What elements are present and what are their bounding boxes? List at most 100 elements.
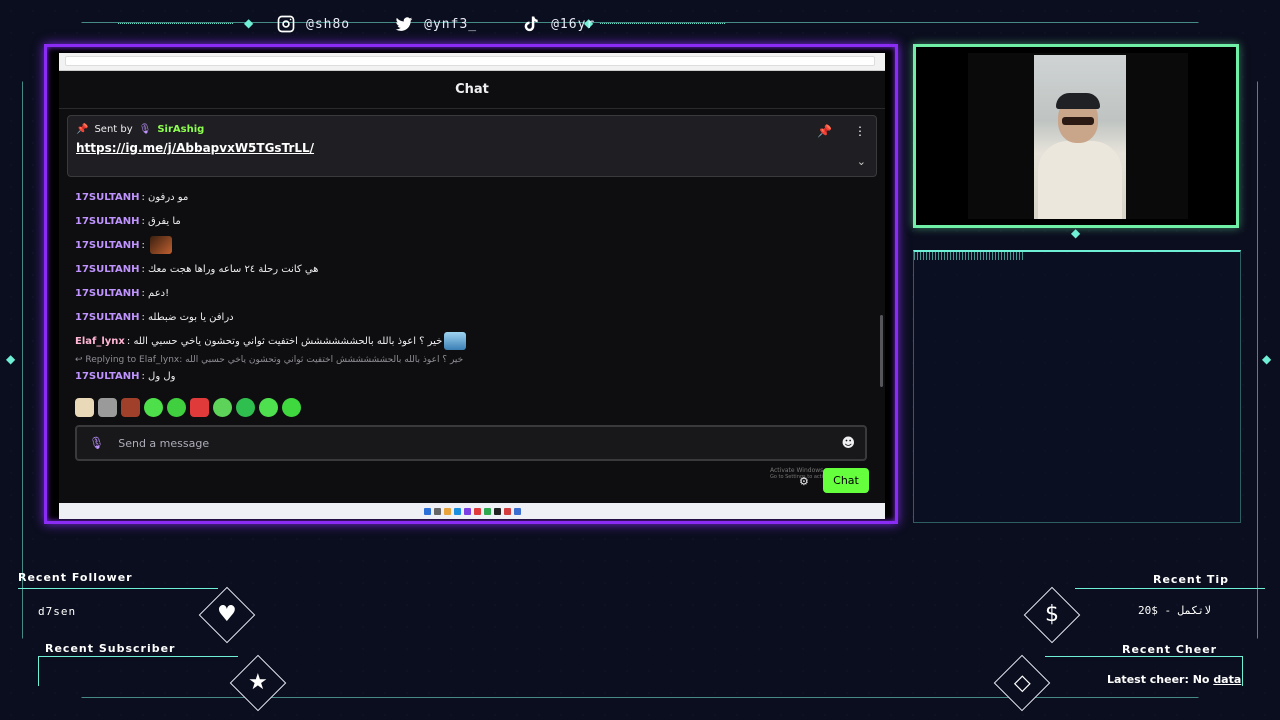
- recent-follower-value: d7sen: [38, 605, 77, 618]
- webcam-feed: [968, 53, 1188, 219]
- chat-message-input[interactable]: 🎙 Send a message ☻: [75, 425, 867, 461]
- chat-message-text: ول ول: [148, 370, 176, 382]
- social-tiktok[interactable]: @16yr: [521, 14, 595, 34]
- screen-capture-frame: Chat 📌 Sent by 🎙 SirAshig https://ig.me/…: [44, 44, 898, 524]
- chat-message-text: دعم!: [148, 287, 170, 299]
- chat-username[interactable]: 17SULTANH: [75, 371, 139, 382]
- browser-url-bar[interactable]: [65, 56, 875, 66]
- recent-subscriber-label: Recent Subscriber: [45, 642, 176, 655]
- taskbar-app-icon[interactable]: [493, 507, 501, 515]
- chat-username[interactable]: 17SULTANH: [75, 264, 139, 275]
- heart-icon: ♥: [217, 601, 237, 627]
- search-icon[interactable]: [433, 507, 441, 515]
- chat-message-text: مو درفون: [148, 191, 189, 203]
- emote-button[interactable]: [98, 398, 117, 417]
- chat-message-text: درافن يا بوت ضبطله: [148, 311, 234, 323]
- pinned-message[interactable]: 📌 Sent by 🎙 SirAshig https://ig.me/j/Abb…: [67, 115, 877, 177]
- tiktok-handle: @16yr: [551, 16, 596, 32]
- chat-username[interactable]: 17SULTANH: [75, 240, 139, 251]
- emote-button[interactable]: [236, 398, 255, 417]
- chat-username[interactable]: Elaf_lynx: [75, 336, 125, 347]
- emote-button[interactable]: [144, 398, 163, 417]
- emote-image: [150, 236, 173, 254]
- right-edge-diamond-icon: ◆: [1262, 352, 1272, 366]
- chat-username[interactable]: 17SULTANH: [75, 312, 139, 323]
- taskbar-app-icon[interactable]: [513, 507, 521, 515]
- emote-button[interactable]: [121, 398, 140, 417]
- emote-button[interactable]: [75, 398, 94, 417]
- emote-button[interactable]: [213, 398, 232, 417]
- mic-icon: 🎙: [138, 124, 152, 135]
- pinned-sent-by-label: Sent by: [94, 124, 133, 135]
- taskbar-app-icon[interactable]: [443, 507, 451, 515]
- streamer-glasses: [1062, 117, 1094, 125]
- chat-username[interactable]: 17SULTANH: [75, 216, 139, 227]
- recent-tip-value: 20$ - لاتكمل: [1138, 604, 1211, 617]
- emote-button[interactable]: [259, 398, 278, 417]
- streamer-cap: [1056, 93, 1100, 109]
- social-instagram[interactable]: @sh8o: [276, 14, 350, 34]
- tiktok-icon: [524, 16, 538, 32]
- taskbar-app-icon[interactable]: [483, 507, 491, 515]
- reply-text: خير ؟ اعوذ بالله بالحشششششش اختفيت ثواني…: [185, 355, 464, 365]
- recent-cheer-data: data: [1213, 673, 1242, 686]
- side-panel: [913, 250, 1241, 523]
- unpin-icon[interactable]: 📌: [817, 124, 832, 138]
- instagram-icon: [277, 15, 295, 33]
- chat-message: 17SULTANH: هي كانت رحلة ٢٤ ساعه وراها هج…: [75, 263, 319, 275]
- chat-messages-list: 17SULTANH: مو درفون 17SULTANH: ما يفرق 1…: [75, 185, 865, 385]
- pinned-user[interactable]: SirAshig: [157, 124, 204, 135]
- chat-scrollbar[interactable]: [880, 315, 883, 387]
- emote-image: [444, 332, 467, 350]
- message-placeholder: Send a message: [118, 436, 210, 450]
- activate-windows-title: Activate Windows: [770, 467, 824, 474]
- left-edge-diamond-icon: ◆: [6, 352, 16, 366]
- chat-message: 17SULTANH: دعم!: [75, 287, 170, 299]
- emote-button[interactable]: [167, 398, 186, 417]
- windows-taskbar: [59, 503, 885, 519]
- social-links-bar: @sh8o @ynf3_ @16yr: [276, 12, 595, 36]
- top-right-dotted-line: [600, 23, 725, 24]
- social-twitter[interactable]: @ynf3_: [394, 14, 477, 34]
- streamer-hoodie: [1038, 141, 1122, 219]
- emote-button[interactable]: [282, 398, 301, 417]
- taskbar-app-icon[interactable]: [503, 507, 511, 515]
- chevron-down-icon[interactable]: ⌄: [857, 155, 866, 168]
- gem-icon: ◇: [1013, 669, 1031, 695]
- reply-arrow-icon: ↩: [75, 355, 86, 365]
- emote-button[interactable]: [190, 398, 209, 417]
- follower-divider: [18, 588, 218, 589]
- chat-message: 17SULTANH: مو درفون: [75, 191, 189, 203]
- activate-windows-watermark: Activate Windows Go to Settings to activ…: [770, 467, 824, 481]
- webcam-diamond-icon: ◆: [1071, 226, 1081, 240]
- reply-prefix: Replying to Elaf_lynx:: [85, 355, 183, 365]
- recent-cheer-label: Recent Cheer: [1122, 643, 1218, 656]
- instagram-handle: @sh8o: [306, 16, 351, 32]
- more-options-icon[interactable]: ⋮: [854, 124, 866, 138]
- taskbar-app-icon[interactable]: [473, 507, 481, 515]
- taskbar-app-icon[interactable]: [453, 507, 461, 515]
- top-left-diamond-icon: ◆: [244, 16, 254, 30]
- chat-send-button[interactable]: Chat: [823, 468, 869, 493]
- windows-start-icon[interactable]: [423, 507, 431, 515]
- taskbar-app-icon[interactable]: [463, 507, 471, 515]
- browser-bar: [59, 53, 885, 71]
- side-panel-accent: [914, 252, 1024, 260]
- chat-username[interactable]: 17SULTANH: [75, 288, 139, 299]
- twitter-handle: @ynf3_: [424, 16, 478, 32]
- chat-username[interactable]: 17SULTANH: [75, 192, 139, 203]
- webcam-video: [1034, 55, 1126, 219]
- recent-cheer-prefix: Latest cheer: No: [1107, 673, 1214, 686]
- chat-message: 17SULTANH: ما يفرق: [75, 215, 181, 227]
- mic-icon[interactable]: 🎙: [89, 436, 104, 450]
- webcam-frame: [913, 44, 1239, 228]
- star-icon: ★: [248, 669, 268, 695]
- chat-message-text: خير ؟ اعوذ بالله بالحشششششش اختفيت ثواني…: [133, 335, 443, 347]
- recent-cheer-value: Latest cheer: No data: [1107, 673, 1241, 686]
- chat-message-text: هي كانت رحلة ٢٤ ساعه وراها هجت معك: [148, 263, 319, 275]
- activate-windows-subtitle: Go to Settings to activate Windows.: [770, 474, 824, 480]
- chat-message: 17SULTANH: درافن يا بوت ضبطله: [75, 311, 234, 323]
- pinned-link[interactable]: https://ig.me/j/AbbapvxW5TGsTrLL/: [76, 141, 868, 155]
- chat-settings-icon[interactable]: ⚙: [799, 475, 809, 488]
- emote-picker-icon[interactable]: ☻: [841, 436, 855, 451]
